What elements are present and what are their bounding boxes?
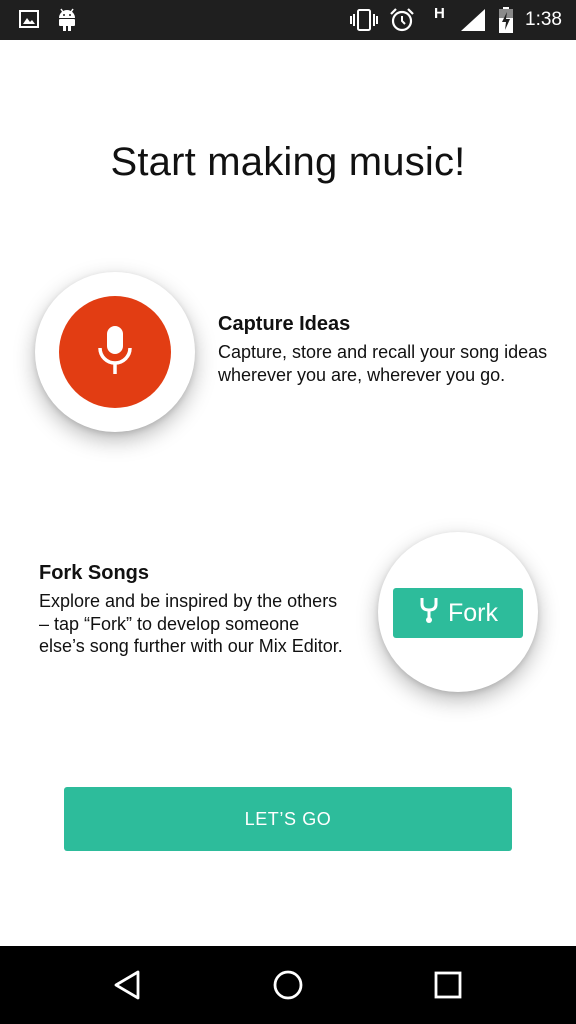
fork-chip-illustration: Fork xyxy=(393,588,523,638)
clock: 1:38 xyxy=(525,9,562,30)
back-icon[interactable] xyxy=(110,968,144,1002)
page-title: Start making music! xyxy=(110,140,466,184)
gallery-icon xyxy=(18,8,40,35)
mic-button-illustration xyxy=(59,296,171,408)
recents-icon[interactable] xyxy=(431,968,465,1002)
capture-ideas-description: Capture, store and recall your song idea… xyxy=(218,342,548,385)
microphone-icon xyxy=(95,324,135,381)
battery-icon xyxy=(498,6,514,39)
network-type: H xyxy=(434,5,445,22)
signal-icon xyxy=(460,8,486,37)
lets-go-button[interactable]: LET’S GO xyxy=(64,787,512,851)
fork-icon xyxy=(418,596,440,631)
capture-illustration xyxy=(35,272,195,432)
fork-songs-description: Explore and be inspired by the others – … xyxy=(39,591,343,656)
home-icon[interactable] xyxy=(271,968,305,1002)
navigation-bar xyxy=(0,946,576,1024)
alarm-icon xyxy=(389,7,415,38)
status-bar: H 1:38 xyxy=(0,0,576,40)
capture-ideas-heading: Capture Ideas xyxy=(218,313,351,335)
fork-illustration: Fork xyxy=(378,532,538,692)
fork-songs-heading: Fork Songs xyxy=(39,562,150,584)
android-icon xyxy=(56,6,78,37)
vibrate-icon xyxy=(350,8,378,37)
fork-chip-label: Fork xyxy=(448,598,498,627)
